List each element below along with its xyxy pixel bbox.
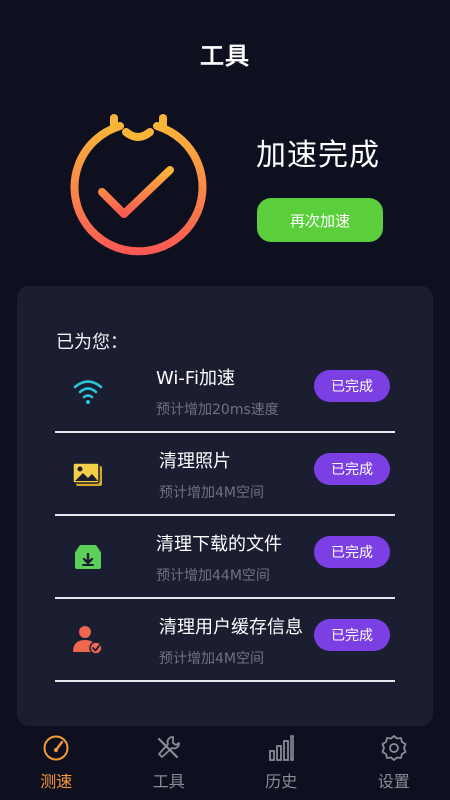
result-item-wifi: Wi-Fi加速 预计增加20ms速度 已完成 [55,350,395,433]
results-card: 已为您： Wi-Fi加速 预计增加20ms速度 已完成 清理照片 预计增加4M空… [17,286,433,726]
nav-label: 工具 [152,772,185,791]
done-badge: 已完成 [314,370,390,402]
result-item-photos: 清理照片 预计增加4M空间 已完成 [55,433,395,516]
nav-label: 设置 [377,772,410,791]
user-cache-icon [69,621,107,659]
bar-chart-icon [269,735,295,761]
speed-up-again-button[interactable]: 再次加速 [257,198,383,242]
bottom-nav: 测速 工具 历史 设置 [0,728,450,800]
tools-icon [157,736,180,759]
nav-item-history[interactable]: 历史 [241,728,321,800]
result-item-title: 清理用户缓存信息 [159,617,303,638]
result-item-subtitle: 预计增加44M空间 [156,568,270,584]
result-item-downloads: 清理下载的文件 预计增加44M空间 已完成 [55,516,395,599]
nav-item-settings[interactable]: 设置 [354,728,434,800]
gear-icon [381,735,407,761]
page-title: 工具 [200,42,250,70]
result-item-title: Wi-Fi加速 [156,368,235,389]
done-badge: 已完成 [314,619,390,651]
download-box-icon [69,538,107,576]
nav-label: 历史 [265,772,298,791]
result-item-subtitle: 预计增加20ms速度 [156,402,279,418]
photo-icon [69,455,107,493]
speedometer-icon [43,735,69,761]
done-badge: 已完成 [314,453,390,485]
nav-item-tools[interactable]: 工具 [129,728,209,800]
nav-item-speedtest[interactable]: 测速 [16,728,96,800]
result-item-subtitle: 预计增加4M空间 [159,651,264,667]
result-item-title: 清理照片 [159,451,231,472]
result-item-user-cache: 清理用户缓存信息 预计增加4M空间 已完成 [55,599,395,682]
nav-label: 测速 [40,772,73,791]
done-badge: 已完成 [314,536,390,568]
speedup-status-title: 加速完成 [256,138,380,173]
wifi-icon [69,372,107,410]
result-item-subtitle: 预计增加4M空间 [159,485,264,501]
result-item-title: 清理下载的文件 [156,534,282,555]
success-check-icon [70,114,207,256]
